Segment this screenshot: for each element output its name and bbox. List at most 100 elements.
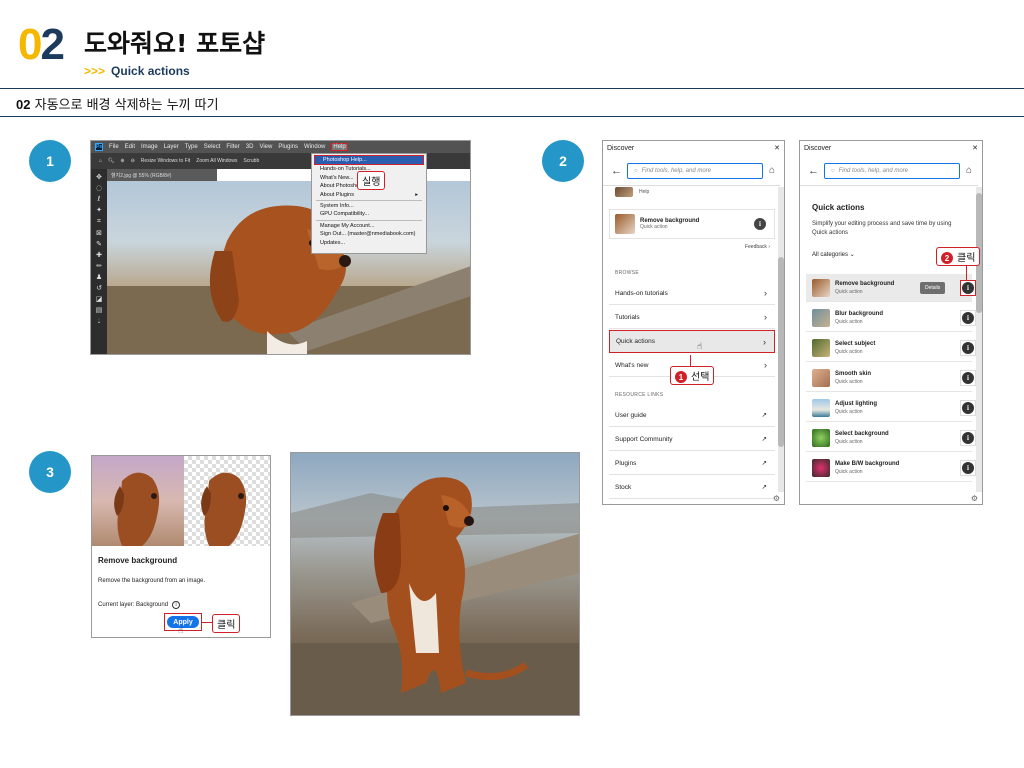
marquee-tool-icon[interactable]: ◌	[96, 184, 102, 192]
history-brush-icon[interactable]: ↺	[96, 284, 102, 292]
zoom-out-icon[interactable]: ⊖	[131, 158, 135, 164]
resource-plugins[interactable]: Plugins ↗	[609, 452, 775, 475]
eraser-icon[interactable]: ◪	[96, 295, 103, 303]
qa-make-bw-background[interactable]: Make B/W background Quick action	[806, 454, 972, 482]
page-subtitle: >>> Quick actions	[84, 64, 190, 78]
menu-plugins[interactable]: Plugins	[278, 144, 298, 150]
menu-item-gpu[interactable]: GPU Compatibility...	[312, 210, 426, 218]
callout-click-apply: 클릭	[212, 614, 241, 633]
submenu-arrow-icon: ▸	[415, 191, 418, 198]
menu-item-manage-account[interactable]: Manage My Account...	[312, 222, 426, 230]
remove-background-card[interactable]: Remove background Quick action i	[609, 209, 775, 239]
crop-tool-icon[interactable]: ⌗	[97, 217, 101, 226]
menu-layer[interactable]: Layer	[164, 144, 179, 150]
page-title: 도와줘요! 포토샵	[84, 29, 266, 58]
menu-item-sign-out[interactable]: Sign Out... (master@nmediabook.com)	[312, 230, 426, 238]
menu-separator	[316, 200, 422, 202]
zoom-icon[interactable]: 🔍︎	[108, 158, 114, 164]
gear-icon[interactable]: ⚙	[773, 494, 780, 503]
divider	[800, 185, 978, 186]
gear-icon[interactable]: ⚙	[971, 494, 978, 503]
document-tab[interactable]: 혈지2.jpg @ 55% (RGB/8#)	[107, 169, 217, 181]
menu-item-system-info[interactable]: System Info...	[312, 202, 426, 210]
info-button[interactable]: i	[960, 340, 976, 356]
browse-quick-actions[interactable]: Quick actions ›	[609, 330, 775, 353]
info-icon[interactable]: i	[754, 218, 766, 230]
frame-tool-icon[interactable]: ⊠	[96, 229, 102, 237]
home-icon[interactable]: ⌂	[966, 165, 972, 176]
blur-tool-icon[interactable]: 💧︎	[98, 317, 101, 326]
zoom-in-icon[interactable]: ⊕	[120, 158, 124, 164]
cursor-hand-icon: ☝︎	[697, 341, 703, 351]
lasso-tool-icon[interactable]: ℓ	[98, 195, 101, 203]
menu-image[interactable]: Image	[141, 144, 158, 150]
feedback-link[interactable]: Feedback ›	[745, 244, 770, 250]
browse-hands-on[interactable]: Hands-on tutorials ›	[609, 282, 775, 305]
resource-stock[interactable]: Stock ↗	[609, 476, 775, 499]
back-arrow-icon[interactable]: ←	[611, 165, 622, 177]
info-icon: i	[962, 432, 974, 444]
option-zoom-all[interactable]: Zoom All Windows	[196, 158, 237, 164]
qa-adjust-lighting[interactable]: Adjust lighting Quick action	[806, 394, 972, 422]
menu-type[interactable]: Type	[185, 144, 198, 150]
menu-edit[interactable]: Edit	[125, 144, 135, 150]
bw-bg-thumbnail	[812, 458, 830, 477]
menu-view[interactable]: View	[259, 144, 272, 150]
scrollbar[interactable]	[778, 187, 784, 492]
search-input[interactable]: ○ Find tools, help, and more	[824, 163, 960, 179]
info-icon: i	[962, 312, 974, 324]
menu-item-updates[interactable]: Updates...	[312, 239, 426, 247]
home-icon[interactable]: ⌂	[99, 158, 102, 164]
brush-tool-icon[interactable]: ✏	[96, 262, 102, 270]
scrollbar-thumb[interactable]	[778, 257, 784, 447]
external-link-icon: ↗	[761, 484, 767, 491]
callout-click: 2 클릭	[936, 247, 981, 267]
stamp-tool-icon[interactable]: ♟	[96, 273, 102, 281]
help-row[interactable]: Help	[615, 187, 649, 197]
qa-remove-background[interactable]: Remove background Quick action	[806, 274, 972, 302]
menu-select[interactable]: Select	[204, 144, 221, 150]
remove-bg-title: Remove background	[98, 556, 178, 565]
close-icon[interactable]: ✕	[972, 144, 978, 152]
step-badge-2: 2	[542, 140, 584, 182]
info-button[interactable]: i	[960, 400, 976, 416]
qa-select-subject[interactable]: Select subject Quick action	[806, 334, 972, 362]
current-layer: Current layer: Background i	[98, 601, 181, 609]
qa-smooth-skin[interactable]: Smooth skin Quick action	[806, 364, 972, 392]
option-resize[interactable]: Resize Windows to Fit	[141, 158, 190, 164]
resource-support[interactable]: Support Community ↗	[609, 428, 775, 451]
option-scrubby[interactable]: Scrubb	[243, 158, 259, 164]
scrollbar[interactable]	[976, 187, 982, 492]
info-button[interactable]: i	[960, 460, 976, 476]
move-tool-icon[interactable]: ✥	[96, 173, 102, 181]
remove-bg-info-button[interactable]: i	[960, 280, 976, 296]
toolbar: ✥ ◌ ℓ ✦ ⌗ ⊠ ✎ ✚ ✏ ♟ ↺ ◪ ▤ 💧︎	[91, 169, 107, 354]
info-button[interactable]: i	[960, 310, 976, 326]
browse-tutorials[interactable]: Tutorials ›	[609, 306, 775, 329]
menu-window[interactable]: Window	[304, 144, 325, 150]
menu-help[interactable]: Help	[331, 143, 348, 151]
resource-user-guide[interactable]: User guide ↗	[609, 404, 775, 427]
menu-item-photoshop-help[interactable]: Photoshop Help...	[314, 155, 424, 166]
search-input[interactable]: ○ Find tools, help, and more	[627, 163, 763, 179]
menu-3d[interactable]: 3D	[246, 144, 254, 150]
home-icon[interactable]: ⌂	[769, 165, 775, 176]
category-dropdown[interactable]: All categories ⌄	[812, 251, 855, 258]
menu-file[interactable]: File	[109, 144, 119, 150]
close-icon[interactable]: ✕	[774, 144, 780, 152]
menu-item-about-plugins[interactable]: About Plugins ▸	[312, 191, 426, 199]
details-tooltip: Details	[920, 282, 946, 294]
info-button[interactable]: i	[960, 370, 976, 386]
healing-icon[interactable]: ✚	[96, 251, 102, 259]
info-icon[interactable]: i	[172, 601, 181, 609]
qa-select-background[interactable]: Select background Quick action	[806, 424, 972, 452]
qa-blur-background[interactable]: Blur background Quick action	[806, 304, 972, 332]
smooth-skin-thumbnail	[812, 368, 830, 387]
menu-filter[interactable]: Filter	[226, 144, 239, 150]
eyedropper-icon[interactable]: ✎	[96, 240, 102, 248]
back-arrow-icon[interactable]: ←	[808, 165, 819, 177]
external-link-icon: ↗	[761, 436, 767, 443]
gradient-icon[interactable]: ▤	[96, 306, 103, 314]
info-button[interactable]: i	[960, 430, 976, 446]
magic-wand-icon[interactable]: ✦	[96, 206, 102, 214]
